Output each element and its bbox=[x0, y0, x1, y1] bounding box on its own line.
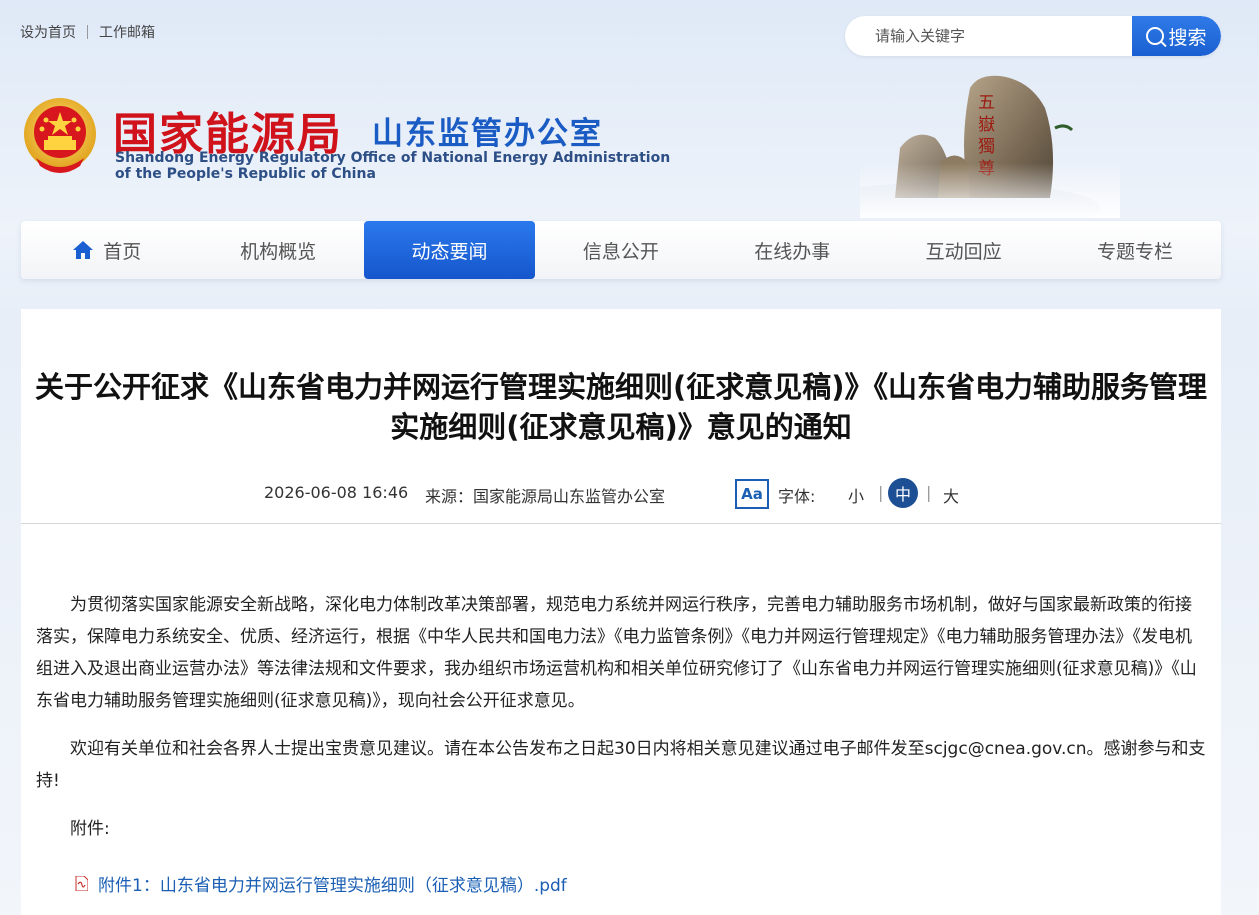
nav-item-interaction[interactable]: 互动回应 bbox=[878, 221, 1049, 279]
nav-item-label: 机构概览 bbox=[240, 240, 317, 263]
national-emblem-icon bbox=[24, 98, 96, 173]
pdf-file-icon bbox=[75, 876, 88, 891]
article-meta: 2026-06-08 16:46 来源：国家能源局山东监管办公室 Aa 字体: … bbox=[21, 478, 1221, 509]
nav-item-special-topics[interactable]: 专题专栏 bbox=[1049, 221, 1220, 279]
nav-item-label: 动态要闻 bbox=[411, 240, 488, 263]
search-button-label: 搜索 bbox=[1168, 26, 1207, 49]
nav-item-news[interactable]: 动态要闻 bbox=[363, 221, 536, 279]
nav-item-info-disclosure[interactable]: 信息公开 bbox=[535, 221, 706, 279]
org-name-en: Shandong Energy Regulatory Office of Nat… bbox=[115, 150, 670, 182]
top-links-divider bbox=[87, 25, 88, 39]
font-size-small-button[interactable]: 小 bbox=[848, 483, 864, 507]
work-mail-link[interactable]: 工作邮箱 bbox=[99, 22, 155, 42]
svg-text:獨: 獨 bbox=[978, 137, 995, 157]
org-name-en-line2: of the People's Republic of China bbox=[115, 166, 376, 182]
article-paragraph: 欢迎有关单位和社会各界人士提出宝贵意见建议。请在本公告发布之日起30日内将相关意… bbox=[36, 739, 1206, 791]
org-name-en-line1: Shandong Energy Regulatory Office of Nat… bbox=[115, 150, 671, 166]
home-icon bbox=[73, 241, 94, 259]
svg-text:五: 五 bbox=[978, 93, 995, 113]
nav-item-online-services[interactable]: 在线办事 bbox=[707, 221, 878, 279]
attachment-link-1[interactable]: 附件1：山东省电力并网运行管理实施细则（征求意见稿）.pdf bbox=[75, 871, 567, 896]
font-size-label: 字体: bbox=[778, 487, 816, 506]
article-source: 来源：国家能源局山东监管办公室 bbox=[425, 487, 666, 506]
font-size-large-button[interactable]: 大 bbox=[943, 483, 959, 507]
article-paragraph: 为贯彻落实国家能源安全新战略，深化电力体制改革决策部署，规范电力系统并网运行秩序… bbox=[36, 595, 1197, 711]
top-links: 设为首页 工作邮箱 bbox=[20, 22, 155, 42]
article-body: 为贯彻落实国家能源安全新战略，深化电力体制改革决策部署，规范电力系统并网运行秩序… bbox=[36, 589, 1208, 861]
publish-date: 2026-06-08 16:46 bbox=[264, 483, 409, 502]
font-size-divider: | bbox=[878, 483, 884, 502]
article-title: 关于公开征求《山东省电力并网运行管理实施细则(征求意见稿)》《山东省电力辅助服务… bbox=[34, 370, 1207, 444]
search-box: 搜索 bbox=[845, 16, 1221, 56]
font-size-divider: | bbox=[926, 483, 932, 502]
meta-divider bbox=[21, 523, 1221, 524]
search-input[interactable] bbox=[845, 16, 1132, 56]
article-container: 关于公开征求《山东省电力并网运行管理实施细则(征求意见稿)》《山东省电力辅助服务… bbox=[21, 309, 1221, 915]
mountain-rock-image: 五 嶽 獨 尊 bbox=[860, 75, 1120, 218]
font-size-medium-button[interactable]: 中 bbox=[888, 478, 918, 508]
set-home-link[interactable]: 设为首页 bbox=[20, 22, 76, 42]
search-button[interactable]: 搜索 bbox=[1132, 16, 1221, 56]
nav-item-label: 在线办事 bbox=[754, 240, 831, 263]
font-size-icon: Aa bbox=[735, 479, 769, 509]
nav-item-label: 信息公开 bbox=[582, 240, 659, 263]
nav-item-home[interactable]: 首页 bbox=[21, 221, 192, 279]
site-banner: 国家能源局 山东监管办公室 Shandong Energy Regulatory… bbox=[0, 62, 1259, 222]
office-name-cn: 山东监管办公室 bbox=[372, 116, 603, 152]
main-nav: 首页 机构概览 动态要闻 信息公开 在线办事 互动回应 专题专栏 bbox=[21, 221, 1221, 279]
nav-item-label: 首页 bbox=[103, 240, 142, 263]
svg-text:嶽: 嶽 bbox=[978, 115, 995, 135]
search-icon bbox=[1146, 27, 1165, 45]
nav-item-label: 互动回应 bbox=[925, 240, 1002, 263]
nav-item-overview[interactable]: 机构概览 bbox=[192, 221, 363, 279]
attachments-label: 附件: bbox=[70, 819, 110, 839]
nav-item-label: 专题专栏 bbox=[1097, 240, 1174, 263]
top-bar: 设为首页 工作邮箱 搜索 bbox=[0, 0, 1259, 62]
attachment-label: 附件1：山东省电力并网运行管理实施细则（征求意见稿）.pdf bbox=[98, 876, 567, 896]
